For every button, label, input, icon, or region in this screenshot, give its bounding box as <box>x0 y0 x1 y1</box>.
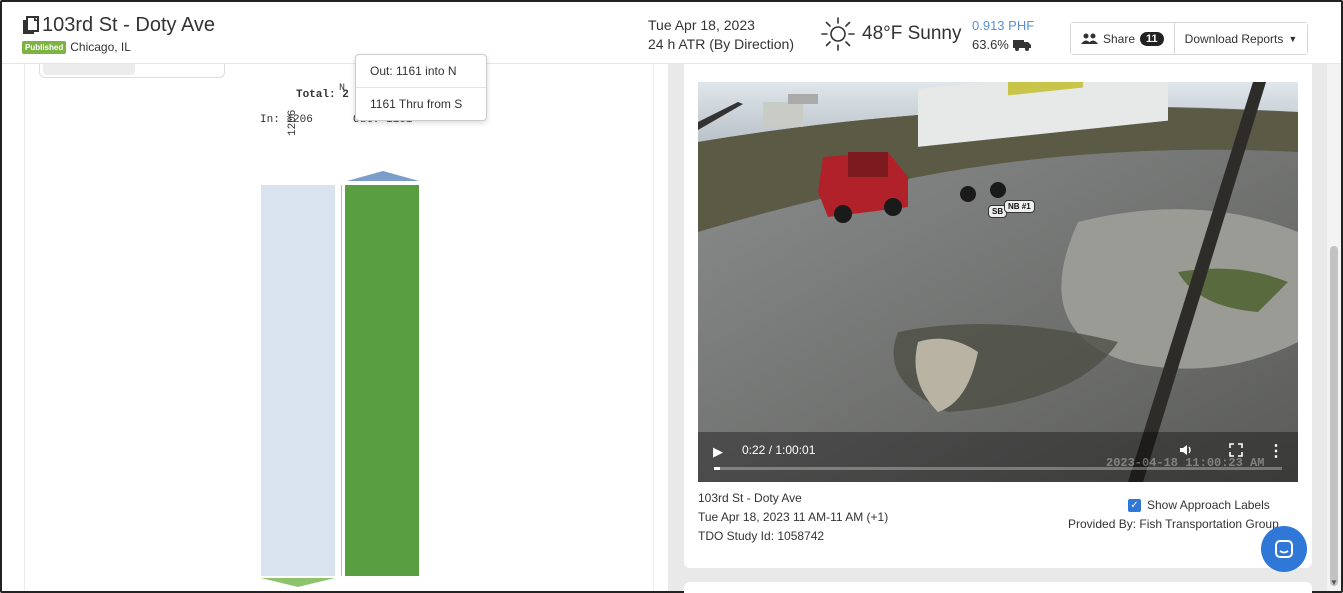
truck-percent-value: 63.6% <box>972 37 1009 52</box>
chat-button[interactable] <box>1261 526 1307 572</box>
fullscreen-icon[interactable] <box>1228 442 1244 458</box>
outbound-arrow <box>347 171 419 181</box>
inbound-bar[interactable] <box>261 185 335 576</box>
video-progress-bar[interactable] <box>714 467 1282 470</box>
share-count-badge: 11 <box>1140 31 1164 46</box>
sun-icon <box>821 17 855 51</box>
study-type: 24 h ATR (By Direction) <box>648 36 795 52</box>
provided-by: Provided By: Fish Transportation Group <box>1068 517 1279 531</box>
chat-icon <box>1275 540 1293 558</box>
location-text: Chicago, IL <box>70 40 131 54</box>
truck-icon <box>1012 39 1031 51</box>
header-button-group: Share 11 Download Reports ▼ <box>1070 22 1309 55</box>
published-badge: Published <box>22 40 67 54</box>
study-date: Tue Apr 18, 2023 <box>648 17 755 33</box>
show-approach-labels[interactable]: ✓ Show Approach Labels <box>1128 498 1270 512</box>
tooltip-thru: 1161 Thru from S <box>356 87 486 120</box>
download-reports-label: Download Reports <box>1184 31 1284 46</box>
share-button[interactable]: Share 11 <box>1071 23 1174 54</box>
tooltip-out: Out: 1161 into N <box>370 64 457 78</box>
more-icon[interactable]: ⋮ <box>1268 441 1284 461</box>
truck-percent: 63.6% <box>972 35 1034 54</box>
view-toggle[interactable] <box>39 64 225 78</box>
page-title: 103rd St - Doty Ave <box>42 14 216 36</box>
next-card <box>684 582 1312 593</box>
weather-text: 48°F Sunny <box>862 23 962 44</box>
video-controls: 2023-04-18 11:00:23 AM ▶ 0:22 / 1:00:01 … <box>698 432 1298 482</box>
volume-icon[interactable] <box>1178 442 1194 458</box>
view-toggle-active[interactable] <box>43 64 135 75</box>
video-time: 0:22 / 1:00:01 <box>742 443 816 457</box>
approach-label-nb: NB #1 <box>1004 200 1035 213</box>
video-frame <box>698 82 1298 482</box>
video-player[interactable]: SB NB #1 2023-04-18 11:00:23 AM ▶ 0:22 /… <box>698 82 1298 482</box>
show-labels-text: Show Approach Labels <box>1147 498 1270 512</box>
volume-diagram-panel: N Total: 2 In: 1206 Out: 1161 1206 Out: … <box>24 54 654 591</box>
video-time-range: Tue Apr 18, 2023 11 AM-11 AM (+1) <box>698 510 889 524</box>
document-icon <box>23 15 39 34</box>
study-id: TDO Study Id: 1058742 <box>698 529 825 543</box>
video-progress-fill <box>714 467 720 470</box>
phf-value: 0.913 PHF <box>972 18 1035 33</box>
header-bar: 103rd St - Doty Ave Published Chicago, I… <box>2 2 1341 64</box>
phf-block: 0.913 PHF 63.6% <box>972 16 1034 54</box>
title-block: 103rd St - Doty Ave Published Chicago, I… <box>22 14 215 54</box>
play-icon[interactable]: ▶ <box>713 444 723 460</box>
caret-down-icon: ▼ <box>1288 33 1298 44</box>
show-labels-checkbox[interactable]: ✓ <box>1128 498 1141 512</box>
total-label: Total: 2 <box>296 89 349 101</box>
scroll-down-icon[interactable]: ▼ <box>1330 578 1338 587</box>
download-reports-button[interactable]: Download Reports ▼ <box>1173 23 1308 54</box>
scrollbar[interactable]: ▼ <box>1327 64 1341 591</box>
scroll-thumb[interactable] <box>1330 246 1338 586</box>
users-icon <box>1081 33 1098 44</box>
volume-tooltip: Out: 1161 into N 1161 Thru from S <box>355 54 487 121</box>
in-volume-vertical-label: 1206 <box>287 109 299 136</box>
outbound-bar[interactable] <box>345 185 419 576</box>
video-location: 103rd St - Doty Ave <box>698 491 802 505</box>
inbound-arrow <box>261 578 335 587</box>
weather-widget: 48°F Sunny <box>820 16 962 52</box>
study-info: Tue Apr 18, 2023 24 h ATR (By Direction) <box>648 16 794 54</box>
video-meta: 103rd St - Doty Ave Tue Apr 18, 2023 11 … <box>698 489 888 546</box>
bar-divider <box>341 185 342 576</box>
share-label: Share <box>1103 31 1136 46</box>
